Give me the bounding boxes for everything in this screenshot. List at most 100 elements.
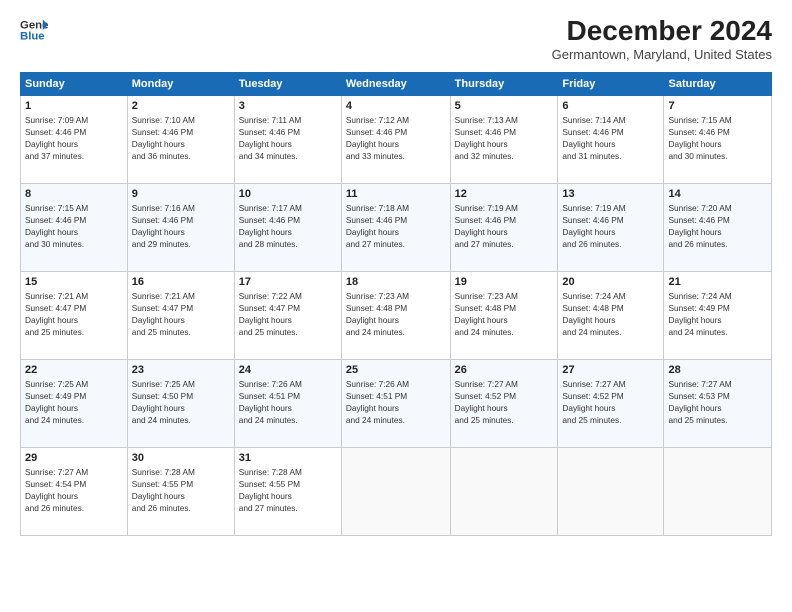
calendar-cell: 31 Sunrise: 7:28 AM Sunset: 4:55 PM Dayl… [234, 447, 341, 535]
day-info: Sunrise: 7:12 AM Sunset: 4:46 PM Dayligh… [346, 114, 446, 162]
calendar-cell: 6 Sunrise: 7:14 AM Sunset: 4:46 PM Dayli… [558, 95, 664, 183]
day-number: 23 [132, 364, 230, 376]
day-info: Sunrise: 7:27 AM Sunset: 4:54 PM Dayligh… [25, 466, 123, 514]
day-number: 22 [25, 364, 123, 376]
day-number: 8 [25, 188, 123, 200]
weekday-header-wednesday: Wednesday [341, 72, 450, 95]
day-number: 17 [239, 276, 337, 288]
day-info: Sunrise: 7:21 AM Sunset: 4:47 PM Dayligh… [132, 290, 230, 338]
calendar-cell: 18 Sunrise: 7:23 AM Sunset: 4:48 PM Dayl… [341, 271, 450, 359]
calendar-cell: 27 Sunrise: 7:27 AM Sunset: 4:52 PM Dayl… [558, 359, 664, 447]
title-block: December 2024 Germantown, Maryland, Unit… [552, 16, 772, 62]
day-info: Sunrise: 7:20 AM Sunset: 4:46 PM Dayligh… [668, 202, 767, 250]
calendar-cell: 12 Sunrise: 7:19 AM Sunset: 4:46 PM Dayl… [450, 183, 558, 271]
weekday-header-tuesday: Tuesday [234, 72, 341, 95]
day-info: Sunrise: 7:28 AM Sunset: 4:55 PM Dayligh… [239, 466, 337, 514]
day-info: Sunrise: 7:11 AM Sunset: 4:46 PM Dayligh… [239, 114, 337, 162]
day-number: 10 [239, 188, 337, 200]
calendar-cell: 3 Sunrise: 7:11 AM Sunset: 4:46 PM Dayli… [234, 95, 341, 183]
day-info: Sunrise: 7:25 AM Sunset: 4:50 PM Dayligh… [132, 378, 230, 426]
weekday-header-sunday: Sunday [21, 72, 128, 95]
day-info: Sunrise: 7:16 AM Sunset: 4:46 PM Dayligh… [132, 202, 230, 250]
day-number: 6 [562, 100, 659, 112]
calendar-cell: 26 Sunrise: 7:27 AM Sunset: 4:52 PM Dayl… [450, 359, 558, 447]
calendar-cell: 14 Sunrise: 7:20 AM Sunset: 4:46 PM Dayl… [664, 183, 772, 271]
day-info: Sunrise: 7:22 AM Sunset: 4:47 PM Dayligh… [239, 290, 337, 338]
calendar-cell: 25 Sunrise: 7:26 AM Sunset: 4:51 PM Dayl… [341, 359, 450, 447]
day-number: 29 [25, 452, 123, 464]
day-number: 25 [346, 364, 446, 376]
calendar-cell: 8 Sunrise: 7:15 AM Sunset: 4:46 PM Dayli… [21, 183, 128, 271]
day-info: Sunrise: 7:26 AM Sunset: 4:51 PM Dayligh… [239, 378, 337, 426]
day-info: Sunrise: 7:23 AM Sunset: 4:48 PM Dayligh… [455, 290, 554, 338]
day-number: 11 [346, 188, 446, 200]
calendar-cell: 7 Sunrise: 7:15 AM Sunset: 4:46 PM Dayli… [664, 95, 772, 183]
day-info: Sunrise: 7:27 AM Sunset: 4:53 PM Dayligh… [668, 378, 767, 426]
day-number: 2 [132, 100, 230, 112]
day-number: 30 [132, 452, 230, 464]
day-info: Sunrise: 7:09 AM Sunset: 4:46 PM Dayligh… [25, 114, 123, 162]
weekday-header-thursday: Thursday [450, 72, 558, 95]
calendar-cell: 15 Sunrise: 7:21 AM Sunset: 4:47 PM Dayl… [21, 271, 128, 359]
calendar-cell: 21 Sunrise: 7:24 AM Sunset: 4:49 PM Dayl… [664, 271, 772, 359]
calendar-cell: 30 Sunrise: 7:28 AM Sunset: 4:55 PM Dayl… [127, 447, 234, 535]
day-number: 1 [25, 100, 123, 112]
day-number: 31 [239, 452, 337, 464]
day-info: Sunrise: 7:21 AM Sunset: 4:47 PM Dayligh… [25, 290, 123, 338]
day-info: Sunrise: 7:23 AM Sunset: 4:48 PM Dayligh… [346, 290, 446, 338]
day-info: Sunrise: 7:15 AM Sunset: 4:46 PM Dayligh… [668, 114, 767, 162]
day-info: Sunrise: 7:17 AM Sunset: 4:46 PM Dayligh… [239, 202, 337, 250]
calendar-cell [341, 447, 450, 535]
calendar-table: SundayMondayTuesdayWednesdayThursdayFrid… [20, 72, 772, 536]
month-title: December 2024 [552, 16, 772, 47]
location-subtitle: Germantown, Maryland, United States [552, 47, 772, 62]
day-number: 12 [455, 188, 554, 200]
day-info: Sunrise: 7:25 AM Sunset: 4:49 PM Dayligh… [25, 378, 123, 426]
weekday-header-saturday: Saturday [664, 72, 772, 95]
day-number: 21 [668, 276, 767, 288]
day-number: 27 [562, 364, 659, 376]
day-number: 14 [668, 188, 767, 200]
weekday-header-monday: Monday [127, 72, 234, 95]
calendar-cell: 23 Sunrise: 7:25 AM Sunset: 4:50 PM Dayl… [127, 359, 234, 447]
calendar-cell: 19 Sunrise: 7:23 AM Sunset: 4:48 PM Dayl… [450, 271, 558, 359]
calendar-cell: 20 Sunrise: 7:24 AM Sunset: 4:48 PM Dayl… [558, 271, 664, 359]
svg-text:Blue: Blue [20, 31, 45, 43]
calendar-cell: 2 Sunrise: 7:10 AM Sunset: 4:46 PM Dayli… [127, 95, 234, 183]
day-number: 13 [562, 188, 659, 200]
calendar-cell: 24 Sunrise: 7:26 AM Sunset: 4:51 PM Dayl… [234, 359, 341, 447]
day-number: 19 [455, 276, 554, 288]
day-number: 18 [346, 276, 446, 288]
day-info: Sunrise: 7:26 AM Sunset: 4:51 PM Dayligh… [346, 378, 446, 426]
calendar-cell: 4 Sunrise: 7:12 AM Sunset: 4:46 PM Dayli… [341, 95, 450, 183]
day-number: 28 [668, 364, 767, 376]
day-info: Sunrise: 7:14 AM Sunset: 4:46 PM Dayligh… [562, 114, 659, 162]
calendar-cell: 5 Sunrise: 7:13 AM Sunset: 4:46 PM Dayli… [450, 95, 558, 183]
day-info: Sunrise: 7:24 AM Sunset: 4:49 PM Dayligh… [668, 290, 767, 338]
calendar-cell: 28 Sunrise: 7:27 AM Sunset: 4:53 PM Dayl… [664, 359, 772, 447]
calendar-cell: 29 Sunrise: 7:27 AM Sunset: 4:54 PM Dayl… [21, 447, 128, 535]
day-info: Sunrise: 7:19 AM Sunset: 4:46 PM Dayligh… [455, 202, 554, 250]
day-number: 16 [132, 276, 230, 288]
page-header: General Blue December 2024 Germantown, M… [20, 16, 772, 62]
day-number: 4 [346, 100, 446, 112]
calendar-cell: 9 Sunrise: 7:16 AM Sunset: 4:46 PM Dayli… [127, 183, 234, 271]
day-number: 9 [132, 188, 230, 200]
day-number: 3 [239, 100, 337, 112]
calendar-cell: 11 Sunrise: 7:18 AM Sunset: 4:46 PM Dayl… [341, 183, 450, 271]
day-info: Sunrise: 7:18 AM Sunset: 4:46 PM Dayligh… [346, 202, 446, 250]
calendar-cell: 13 Sunrise: 7:19 AM Sunset: 4:46 PM Dayl… [558, 183, 664, 271]
calendar-cell: 16 Sunrise: 7:21 AM Sunset: 4:47 PM Dayl… [127, 271, 234, 359]
calendar-cell [664, 447, 772, 535]
calendar-cell [450, 447, 558, 535]
weekday-header-friday: Friday [558, 72, 664, 95]
day-info: Sunrise: 7:13 AM Sunset: 4:46 PM Dayligh… [455, 114, 554, 162]
logo-icon: General Blue [20, 16, 48, 44]
day-info: Sunrise: 7:27 AM Sunset: 4:52 PM Dayligh… [562, 378, 659, 426]
day-number: 20 [562, 276, 659, 288]
day-number: 24 [239, 364, 337, 376]
day-info: Sunrise: 7:10 AM Sunset: 4:46 PM Dayligh… [132, 114, 230, 162]
calendar-cell: 1 Sunrise: 7:09 AM Sunset: 4:46 PM Dayli… [21, 95, 128, 183]
day-info: Sunrise: 7:24 AM Sunset: 4:48 PM Dayligh… [562, 290, 659, 338]
day-info: Sunrise: 7:28 AM Sunset: 4:55 PM Dayligh… [132, 466, 230, 514]
